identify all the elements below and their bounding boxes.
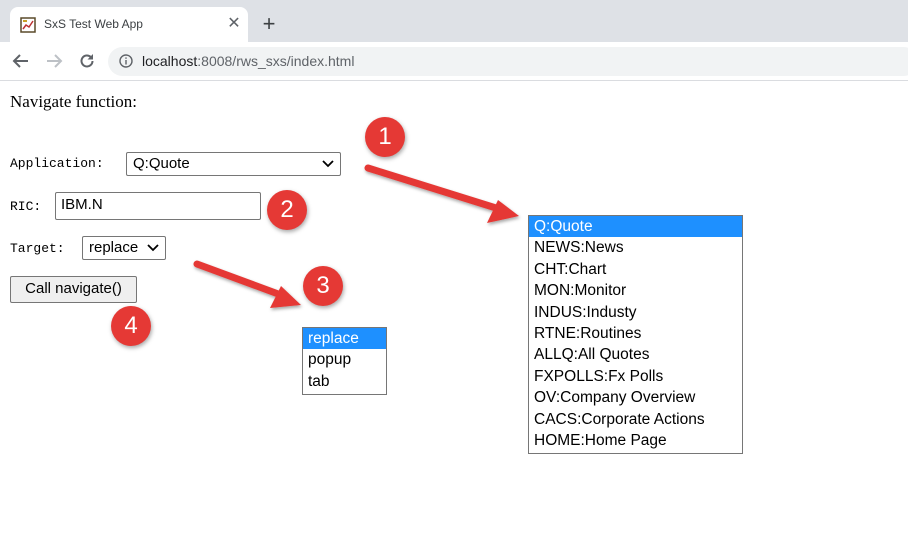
application-option[interactable]: FXPOLLS:Fx Polls <box>529 366 742 387</box>
application-option[interactable]: ALLQ:All Quotes <box>529 344 742 365</box>
page-heading: Navigate function: <box>10 92 137 111</box>
callout-badge-1: 1 <box>365 117 405 157</box>
application-dropdown[interactable]: Q:Quote NEWS:News CHT:Chart MON:Monitor … <box>528 215 743 454</box>
target-option[interactable]: replace <box>303 328 386 350</box>
application-select-value: Q:Quote <box>133 155 190 172</box>
url-host: localhost <box>142 53 198 69</box>
new-tab-button[interactable]: + <box>258 13 280 35</box>
url-path: :8008/rws_sxs/index.html <box>197 53 355 69</box>
application-option[interactable]: INDUS:Industy <box>529 302 742 323</box>
application-option[interactable]: Q:Quote <box>529 216 742 238</box>
target-select-value: replace <box>89 239 139 256</box>
address-bar[interactable]: localhost:8008/rws_sxs/index.html <box>108 47 908 76</box>
callout-badge-3: 3 <box>303 266 343 306</box>
callout-badge-4: 4 <box>111 306 151 346</box>
tab-title: SxS Test Web App <box>44 17 143 31</box>
application-option[interactable]: CHT:Chart <box>529 259 742 280</box>
application-option[interactable]: OV:Company Overview <box>529 387 742 408</box>
target-option[interactable]: popup <box>303 349 386 370</box>
target-option[interactable]: tab <box>303 371 386 392</box>
tab-strip: SxS Test Web App ✕ + <box>0 0 908 42</box>
callout-badge-2: 2 <box>267 190 307 230</box>
ric-input[interactable]: IBM.N <box>55 192 261 220</box>
close-tab-icon[interactable]: ✕ <box>225 15 243 33</box>
application-select[interactable]: Q:Quote <box>126 152 341 176</box>
target-dropdown[interactable]: replace popup tab <box>302 327 387 395</box>
ric-input-value: IBM.N <box>61 196 103 213</box>
application-option[interactable]: CACS:Corporate Actions <box>529 409 742 430</box>
application-option[interactable]: HOME:Home Page <box>529 430 742 451</box>
back-arrow-icon[interactable] <box>11 51 31 71</box>
application-option[interactable]: MON:Monitor <box>529 280 742 301</box>
chevron-down-icon <box>147 244 159 252</box>
reload-icon[interactable] <box>77 51 97 71</box>
browser-toolbar: localhost:8008/rws_sxs/index.html <box>0 42 908 81</box>
forward-arrow-icon[interactable] <box>44 51 64 71</box>
browser-tab[interactable]: SxS Test Web App ✕ <box>10 7 248 42</box>
application-option[interactable]: NEWS:News <box>529 237 742 258</box>
chevron-down-icon <box>322 160 334 168</box>
app-favicon-icon <box>20 17 36 33</box>
application-option[interactable]: RTNE:Routines <box>529 323 742 344</box>
target-select[interactable]: replace <box>82 236 166 260</box>
target-label: Target: <box>10 241 65 256</box>
ric-label: RIC: <box>10 199 42 214</box>
call-navigate-button[interactable]: Call navigate() <box>10 276 137 303</box>
application-label: Application: <box>10 156 104 171</box>
info-icon[interactable] <box>119 54 133 68</box>
url-text: localhost:8008/rws_sxs/index.html <box>142 53 354 70</box>
